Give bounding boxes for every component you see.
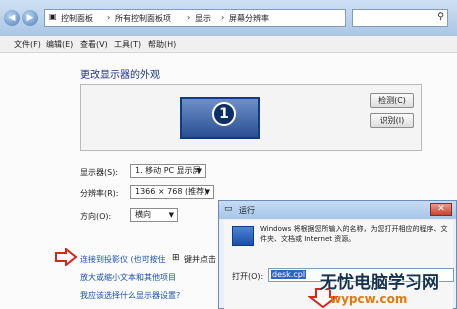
orientation-select[interactable]: 横向 ▼ [130, 208, 178, 222]
breadcrumb-screen-resolution[interactable]: 屏幕分辨率 [229, 13, 269, 24]
search-input[interactable]: ⚲ [352, 9, 448, 27]
identify-button[interactable]: 识别(I) [370, 113, 414, 128]
breadcrumb-all-items[interactable]: 所有控制面板项 [115, 13, 171, 24]
address-bar[interactable]: ▣ 控制面板 › 所有控制面板项 › 显示 › 屏幕分辨率 [44, 9, 346, 27]
display-label: 显示器(S): [80, 168, 119, 177]
windows-logo-icon: ⊞ [172, 253, 180, 263]
chevron-down-icon: ▼ [196, 167, 202, 175]
chevron-down-icon: ▼ [168, 211, 174, 219]
arrow-icon [55, 248, 77, 266]
search-icon[interactable]: ⚲ [437, 12, 444, 22]
resolution-label: 分辨率(R): [80, 189, 119, 198]
menu-tools[interactable]: 工具(T) [114, 39, 141, 50]
breadcrumb-control-panel[interactable]: 控制面板 [61, 13, 93, 24]
forward-icon[interactable]: ▶ [22, 10, 38, 26]
display-select[interactable]: 1. 移动 PC 显示屏 ▼ [130, 164, 206, 178]
menu-bar: 文件(F) 编辑(E) 查看(V) 工具(T) 帮助(H) [0, 36, 457, 53]
open-label: 打开(O): [232, 272, 264, 281]
back-icon[interactable]: ◀ [4, 10, 20, 26]
resolution-select[interactable]: 1366 × 768 (推荐) ▼ [130, 185, 214, 199]
display-settings-help-link[interactable]: 我应该选择什么显示器设置? [80, 290, 180, 301]
resolution-select-value: 1366 × 768 (推荐) [135, 187, 208, 196]
open-input-value: desk.cpl [271, 270, 307, 279]
breadcrumb-display[interactable]: 显示 [195, 13, 211, 24]
run-icon: ▭ [224, 204, 233, 214]
text-size-link[interactable]: 放大或缩小文本和其他项目 [80, 272, 176, 283]
watermark-title: 无忧电脑学习网 [320, 273, 439, 293]
connect-projector-link[interactable]: 连接到投影仪 (也可按住 [80, 254, 166, 265]
close-icon[interactable]: ✕ [430, 203, 452, 216]
run-dialog-title: 运行 [239, 206, 255, 215]
orientation-label: 方向(O): [80, 212, 112, 221]
display-select-value: 1. 移动 PC 显示屏 [135, 166, 201, 175]
monitor-number-badge: 1 [212, 102, 236, 126]
menu-edit[interactable]: 编辑(E) [46, 39, 73, 50]
orientation-select-value: 横向 [135, 210, 151, 219]
watermark-url: wypcw.com [330, 292, 408, 306]
folder-icon: ▣ [49, 12, 57, 21]
run-program-icon [232, 226, 254, 246]
menu-help[interactable]: 帮助(H) [148, 39, 176, 50]
detect-button[interactable]: 检测(C) [370, 93, 414, 108]
menu-file[interactable]: 文件(F) [14, 39, 41, 50]
page-title: 更改显示器的外观 [80, 70, 160, 81]
run-dialog-title-bar: ▭ 运行 [219, 201, 456, 219]
menu-view[interactable]: 查看(V) [80, 39, 108, 50]
chevron-down-icon: ▼ [204, 188, 210, 196]
run-description: Windows 将根据您所输入的名称，为您打开相应的程序、文件夹、文档或 Int… [260, 225, 448, 243]
